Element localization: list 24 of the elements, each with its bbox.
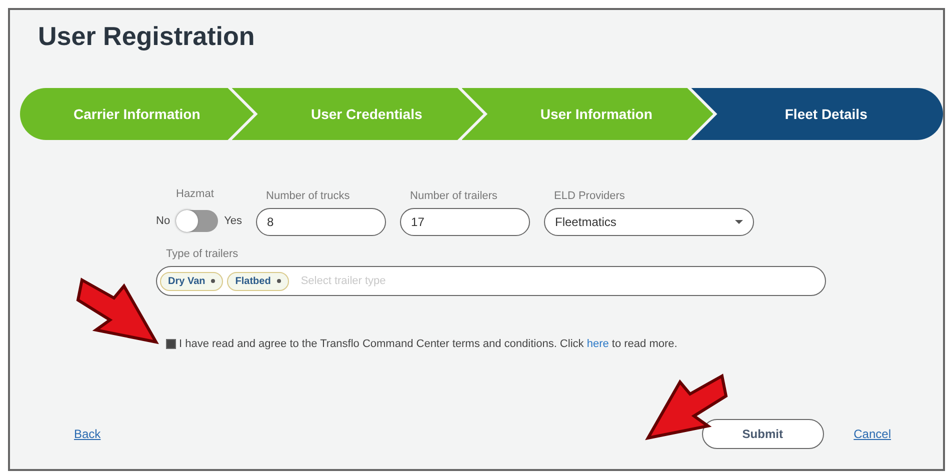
field-label: Type of trailers	[166, 248, 240, 260]
trailer-tag[interactable]: Dry Van	[160, 272, 224, 290]
cancel-link[interactable]: Cancel	[854, 427, 891, 441]
toggle-label: No	[156, 215, 170, 227]
caret-icon	[735, 220, 744, 224]
input-field[interactable]: 8	[256, 208, 386, 236]
field-label: Number of trucks	[266, 190, 351, 202]
terms-checkbox[interactable]	[166, 339, 176, 349]
field-label: ELD Providers	[554, 190, 626, 202]
step-tab[interactable]: Fleet Details	[691, 88, 943, 140]
submit-button[interactable]: Submit	[702, 419, 824, 449]
terms-text: I have read and agree to the Transflo Command Center terms and conditions. Click here to read more.	[179, 338, 678, 350]
terms-link[interactable]: here	[586, 338, 609, 350]
page-title: User Registration	[38, 20, 256, 52]
remove-icon[interactable]	[276, 279, 281, 283]
field-label: Hazmat	[176, 188, 215, 200]
back-link[interactable]: Back	[74, 427, 101, 441]
toggle-label: Yes	[224, 215, 242, 227]
field-label: Number of trailers	[410, 190, 498, 202]
dropdown[interactable]: Fleetmatics	[544, 208, 754, 236]
hazmat-toggle[interactable]	[176, 210, 218, 232]
trailer-tag[interactable]: Flatbed	[227, 272, 289, 290]
input-field[interactable]: 17	[400, 208, 530, 236]
remove-icon[interactable]	[211, 279, 216, 283]
